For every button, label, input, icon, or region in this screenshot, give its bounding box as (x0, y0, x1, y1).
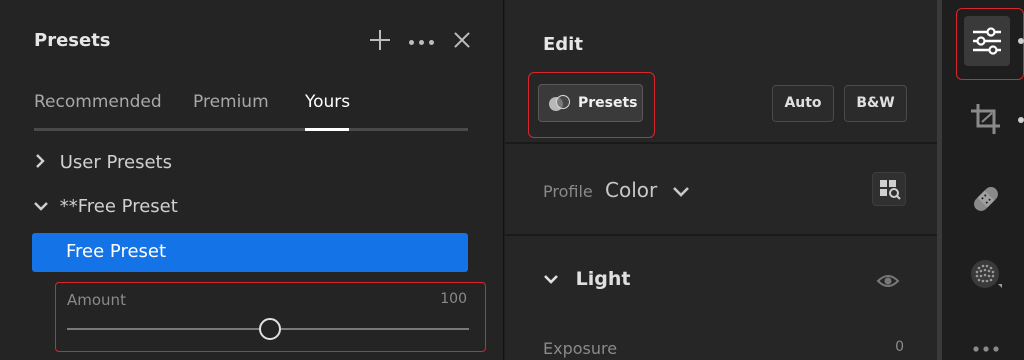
preset-item-label: Free Preset (66, 241, 167, 262)
healing-icon[interactable] (968, 180, 1004, 218)
edit-panel: Edit Presets Auto B&W Profile Color Ligh… (505, 0, 937, 360)
light-section-header[interactable]: Light (543, 268, 630, 290)
exposure-label: Exposure (543, 339, 618, 358)
presets-button[interactable]: Presets (538, 84, 643, 122)
presets-button-label: Presets (578, 95, 638, 111)
tab-yours[interactable]: Yours (305, 92, 350, 112)
presets-panel: Presets Recommended Premium Yours User P… (0, 0, 504, 360)
amount-slider-thumb[interactable] (259, 318, 281, 340)
auto-button[interactable]: Auto (772, 85, 834, 122)
add-preset-icon[interactable] (370, 30, 390, 50)
sliders-icon[interactable] (964, 16, 1010, 66)
tree-item-label: User Presets (59, 152, 172, 173)
tab-premium[interactable]: Premium (193, 92, 269, 112)
crop-icon[interactable] (968, 100, 1004, 138)
bw-button[interactable]: B&W (844, 85, 907, 122)
profile-browser-icon[interactable] (872, 172, 906, 206)
amount-value[interactable]: 100 (440, 291, 467, 307)
tool-indicator-dot (1018, 38, 1024, 44)
edit-panel-title: Edit (543, 34, 583, 55)
tool-strip (942, 0, 1024, 360)
tree-item-label: **Free Preset (59, 196, 178, 217)
tab-track (34, 128, 468, 131)
tree-item-free-preset-group[interactable]: **Free Preset (34, 196, 178, 217)
chevron-down-icon (544, 275, 558, 284)
close-icon[interactable] (452, 30, 472, 50)
profile-dropdown[interactable]: Color (605, 178, 690, 202)
amount-label: Amount (67, 291, 126, 309)
active-tab-indicator (305, 128, 349, 131)
presets-panel-title: Presets (34, 30, 111, 51)
more-tools-icon[interactable] (972, 338, 1002, 352)
tab-recommended[interactable]: Recommended (34, 92, 162, 112)
light-section-label: Light (575, 268, 631, 290)
amount-control: Amount 100 (55, 282, 486, 352)
tree-item-user-presets[interactable]: User Presets (34, 152, 172, 173)
chevron-down-icon (34, 197, 54, 216)
section-divider (505, 234, 937, 236)
preset-tabs: Recommended Premium Yours (34, 92, 468, 132)
profile-label: Profile (543, 182, 593, 201)
tool-indicator-dot (1018, 117, 1024, 123)
presets-icon (549, 95, 571, 113)
masking-icon[interactable] (968, 256, 1006, 294)
eye-icon[interactable] (876, 270, 900, 292)
more-options-icon[interactable] (409, 40, 437, 46)
profile-value: Color (605, 178, 658, 202)
preset-item-selected[interactable]: Free Preset (32, 233, 468, 272)
exposure-value[interactable]: 0 (895, 339, 904, 355)
section-divider (505, 142, 937, 144)
chevron-down-icon (672, 187, 689, 197)
chevron-right-icon (34, 153, 54, 172)
